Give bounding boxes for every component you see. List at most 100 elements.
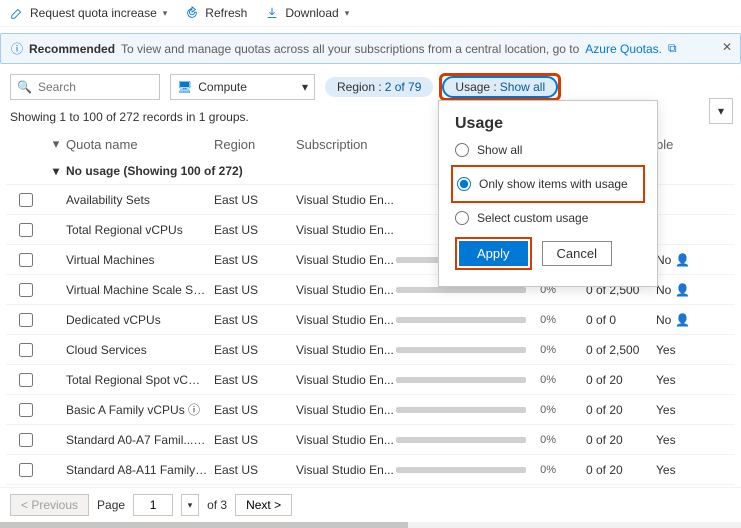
search-field[interactable] bbox=[38, 80, 153, 94]
quota-name: Virtual Machine Scale Sets bbox=[66, 283, 214, 297]
row-checkbox[interactable] bbox=[19, 193, 33, 207]
table-row[interactable]: Standard A8-A11 Family ...East USVisual … bbox=[6, 454, 735, 484]
opt2-label: Only show items with usage bbox=[479, 177, 628, 191]
provider-select[interactable]: 🖥 Compute ▾ bbox=[170, 74, 315, 100]
page-total: of 3 bbox=[207, 498, 227, 512]
page-dropdown[interactable]: ▾ bbox=[181, 494, 199, 516]
page-label: Page bbox=[97, 498, 125, 512]
usage-bar bbox=[396, 347, 526, 353]
region-filter-pill[interactable]: Region : 2 of 79 bbox=[325, 77, 433, 97]
usage-filter-label: Usage : bbox=[455, 80, 496, 94]
banner-body: To view and manage quotas across all you… bbox=[121, 42, 579, 56]
info-icon: ⓘ bbox=[11, 40, 23, 57]
row-checkbox[interactable] bbox=[19, 343, 33, 357]
subscription-cell: Visual Studio En... bbox=[296, 463, 396, 477]
adjustable-cell: Yes bbox=[656, 433, 696, 447]
usage-bar bbox=[396, 287, 526, 293]
page-input[interactable] bbox=[133, 494, 173, 516]
expand-toggle[interactable]: ▾ bbox=[46, 136, 66, 152]
col-region[interactable]: Region bbox=[214, 137, 296, 152]
popup-title: Usage bbox=[455, 115, 641, 133]
row-checkbox[interactable] bbox=[19, 403, 33, 417]
table-row[interactable]: Total Regional Spot vCPUsEast USVisual S… bbox=[6, 364, 735, 394]
search-input[interactable]: 🔍 bbox=[10, 74, 160, 100]
request-quota-button[interactable]: Request quota increase ▾ bbox=[10, 6, 167, 20]
cancel-button[interactable]: Cancel bbox=[542, 241, 612, 266]
table-row[interactable]: Cloud ServicesEast USVisual Studio En...… bbox=[6, 334, 735, 364]
usage-cell: 0 of 2,500 bbox=[586, 343, 656, 357]
close-icon[interactable]: ✕ bbox=[722, 40, 732, 54]
quota-name: Total Regional vCPUs bbox=[66, 223, 214, 237]
chevron-down-icon[interactable]: ▾ bbox=[46, 164, 66, 178]
region-cell: East US bbox=[214, 223, 296, 237]
adjustable-cell: Yes bbox=[656, 403, 696, 417]
usage-bar bbox=[396, 467, 526, 473]
refresh-button[interactable]: Refresh bbox=[185, 6, 247, 20]
view-dropdown[interactable]: ▾ bbox=[709, 98, 733, 124]
usage-bar bbox=[396, 317, 526, 323]
adjustable-cell: No 👤 bbox=[656, 313, 696, 327]
region-cell: East US bbox=[214, 463, 296, 477]
subscription-cell: Visual Studio En... bbox=[296, 283, 396, 297]
table-row[interactable]: Standard A0-A7 Famil... ⓘEast USVisual S… bbox=[6, 424, 735, 454]
col-subscription[interactable]: Subscription bbox=[296, 137, 396, 152]
region-cell: East US bbox=[214, 313, 296, 327]
usage-filter-popup: Usage Show all Only show items with usag… bbox=[438, 100, 658, 287]
row-checkbox[interactable] bbox=[19, 223, 33, 237]
quota-name: Total Regional Spot vCPUs bbox=[66, 373, 214, 387]
download-label: Download bbox=[285, 6, 338, 20]
azure-quotas-link[interactable]: Azure Quotas. bbox=[585, 42, 662, 56]
subscription-cell: Visual Studio En... bbox=[296, 223, 396, 237]
quota-name: Virtual Machines bbox=[66, 253, 214, 267]
region-cell: East US bbox=[214, 433, 296, 447]
quota-name: Standard A8-A11 Family ... bbox=[66, 463, 214, 477]
refresh-icon bbox=[185, 6, 199, 20]
person-icon: 👤 bbox=[675, 313, 690, 327]
radio-showall[interactable] bbox=[455, 143, 469, 157]
region-filter-label: Region : bbox=[337, 80, 382, 94]
chevron-down-icon: ▾ bbox=[302, 80, 308, 94]
usage-filter-pill[interactable]: Usage : Show all bbox=[443, 77, 557, 97]
edit-icon bbox=[10, 6, 24, 20]
chevron-down-icon: ▾ bbox=[163, 8, 168, 19]
row-checkbox[interactable] bbox=[19, 433, 33, 447]
subscription-cell: Visual Studio En... bbox=[296, 373, 396, 387]
radio-custom[interactable] bbox=[455, 211, 469, 225]
row-checkbox[interactable] bbox=[19, 283, 33, 297]
table-row[interactable]: Basic A Family vCPUs ⓘEast USVisual Stud… bbox=[6, 394, 735, 424]
horizontal-scrollbar[interactable] bbox=[0, 522, 741, 528]
region-cell: East US bbox=[214, 343, 296, 357]
top-toolbar: Request quota increase ▾ Refresh Downloa… bbox=[0, 0, 741, 27]
col-adjustable[interactable]: ble bbox=[656, 137, 696, 152]
download-button[interactable]: Download ▾ bbox=[265, 6, 349, 20]
quota-name: Standard A0-A7 Famil... ⓘ bbox=[66, 431, 214, 448]
row-checkbox[interactable] bbox=[19, 373, 33, 387]
person-icon: 👤 bbox=[675, 253, 690, 267]
region-cell: East US bbox=[214, 193, 296, 207]
apply-button[interactable]: Apply bbox=[459, 241, 528, 266]
usage-filter-value: Show all bbox=[500, 80, 545, 94]
row-checkbox[interactable] bbox=[19, 313, 33, 327]
table-row[interactable]: Dedicated vCPUsEast USVisual Studio En..… bbox=[6, 304, 735, 334]
recommended-banner: ⓘ Recommended To view and manage quotas … bbox=[0, 33, 741, 64]
prev-button[interactable]: < Previous bbox=[10, 494, 89, 516]
usage-opt-withusage[interactable]: Only show items with usage bbox=[457, 177, 639, 191]
usage-cell: 0 of 20 bbox=[586, 433, 656, 447]
usage-cell: 0 of 20 bbox=[586, 403, 656, 417]
usage-cell: 0 of 20 bbox=[586, 463, 656, 477]
quota-name: Cloud Services bbox=[66, 343, 214, 357]
next-button[interactable]: Next > bbox=[235, 494, 292, 516]
subscription-cell: Visual Studio En... bbox=[296, 193, 396, 207]
usage-bar bbox=[396, 437, 526, 443]
usage-opt-custom[interactable]: Select custom usage bbox=[455, 211, 641, 225]
row-checkbox[interactable] bbox=[19, 463, 33, 477]
usage-opt-showall[interactable]: Show all bbox=[455, 143, 641, 157]
person-icon: 👤 bbox=[675, 283, 690, 297]
usage-pct: 0% bbox=[534, 374, 556, 386]
radio-withusage[interactable] bbox=[457, 177, 471, 191]
usage-pct: 0% bbox=[534, 404, 556, 416]
opt3-label: Select custom usage bbox=[477, 211, 588, 225]
row-checkbox[interactable] bbox=[19, 253, 33, 267]
col-quota[interactable]: Quota name bbox=[66, 137, 214, 152]
provider-label: Compute bbox=[198, 80, 247, 94]
